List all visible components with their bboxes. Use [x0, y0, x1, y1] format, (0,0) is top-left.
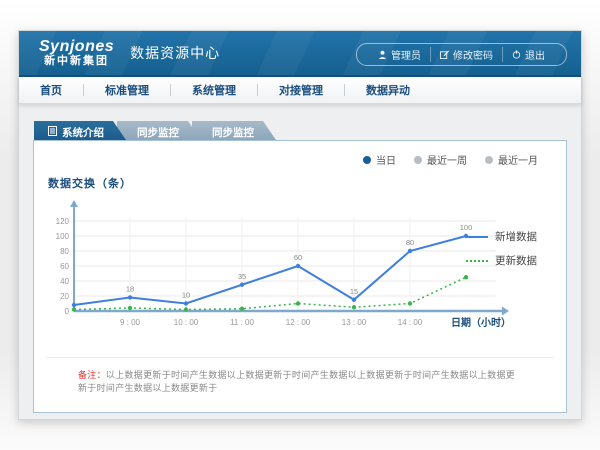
filter-label: 最近一月 [498, 152, 538, 167]
radio-icon [414, 156, 422, 164]
tab-sync-monitor-2[interactable]: 同步监控 [192, 121, 276, 140]
footnote-text: 以上数据更新于时间产生数据以上数据更新于时间产生数据以上数据更新于时间产生数据以… [78, 370, 515, 393]
radio-icon [485, 156, 493, 164]
svg-text:14 : 00: 14 : 00 [398, 318, 423, 327]
solid-line-swatch [466, 236, 488, 238]
app-window: Synjones 新中新集团 数据资源中心 管理员 修改密码 退出 [18, 30, 582, 420]
nav-item-data-changes[interactable]: 数据异动 [345, 82, 431, 98]
logo-en: Synjones [39, 39, 114, 56]
svg-text:120: 120 [56, 217, 70, 226]
svg-text:0: 0 [65, 307, 70, 316]
footnote: 备注：以上数据更新于时间产生数据以上数据更新于时间产生数据以上数据更新于时间产生… [46, 357, 554, 394]
legend-item-updated-data: 更新数据 [466, 253, 552, 268]
svg-text:35: 35 [238, 272, 246, 281]
svg-text:日期（小时）: 日期（小时） [451, 316, 511, 329]
svg-text:13 : 00: 13 : 00 [342, 318, 367, 327]
change-password-label: 修改密码 [453, 47, 493, 62]
time-filter-group: 当日 最近一周 最近一月 [363, 152, 538, 167]
svg-text:9 : 00: 9 : 00 [120, 318, 141, 327]
company-logo: Synjones 新中新集团 [39, 39, 114, 67]
logo-cn: 新中新集团 [39, 56, 114, 68]
footnote-prefix: 备注： [78, 370, 106, 380]
app-header: Synjones 新中新集团 数据资源中心 管理员 修改密码 退出 [19, 31, 581, 77]
content-area: 系统介绍 同步监控 同步监控 当日 最近一周 [19, 104, 581, 413]
tab-panel: 当日 最近一周 最近一月 数据交换（条） 0 20 40 60 80 100 120 9 : … [33, 140, 567, 413]
filter-last-month[interactable]: 最近一月 [485, 152, 538, 167]
svg-text:12 : 00: 12 : 00 [286, 318, 311, 327]
filter-label: 当日 [376, 152, 396, 167]
user-icon [378, 50, 387, 59]
tab-label: 同步监控 [212, 125, 254, 140]
logout-label: 退出 [525, 47, 545, 62]
nav-item-standards[interactable]: 标准管理 [84, 82, 170, 98]
filter-today[interactable]: 当日 [363, 152, 396, 167]
svg-text:15: 15 [350, 287, 358, 296]
svg-text:11 : 00: 11 : 00 [230, 318, 254, 327]
tab-bar: 系统介绍 同步监控 同步监控 [34, 121, 567, 140]
page-title: 数据资源中心 [130, 43, 220, 63]
svg-text:10: 10 [182, 291, 190, 300]
user-toolbar: 管理员 修改密码 退出 [356, 43, 567, 66]
tab-sync-monitor-1[interactable]: 同步监控 [117, 121, 201, 140]
chart-legend: 新增数据 更新数据 [466, 229, 552, 277]
svg-text:20: 20 [60, 292, 69, 301]
svg-text:100: 100 [56, 232, 70, 241]
svg-text:80: 80 [60, 247, 69, 256]
nav-item-system[interactable]: 系统管理 [171, 82, 257, 98]
change-password-button[interactable]: 修改密码 [430, 47, 502, 62]
svg-text:80: 80 [406, 238, 414, 247]
logout-button[interactable]: 退出 [502, 47, 554, 62]
current-user[interactable]: 管理员 [369, 47, 430, 62]
current-user-label: 管理员 [391, 47, 421, 62]
main-nav: 首页 标准管理 系统管理 对接管理 数据异动 [19, 77, 581, 104]
legend-label: 更新数据 [495, 253, 537, 268]
nav-item-integration[interactable]: 对接管理 [258, 82, 344, 98]
edit-icon [440, 50, 449, 59]
svg-text:60: 60 [294, 253, 302, 262]
nav-item-home[interactable]: 首页 [19, 82, 83, 98]
legend-item-new-data: 新增数据 [466, 229, 552, 244]
dotted-line-swatch [466, 260, 488, 262]
chart-y-axis-title: 数据交换（条） [48, 175, 566, 191]
power-icon [512, 50, 521, 59]
tab-label: 系统介绍 [62, 125, 104, 140]
document-icon [48, 126, 57, 139]
line-chart: 0 20 40 60 80 100 120 9 : 00 10 : 00 11 : 00 12 : … [56, 197, 516, 347]
svg-text:40: 40 [60, 277, 69, 286]
filter-last-week[interactable]: 最近一周 [414, 152, 467, 167]
tab-system-intro[interactable]: 系统介绍 [34, 121, 126, 140]
svg-text:10 : 00: 10 : 00 [174, 318, 199, 327]
radio-selected-icon [363, 156, 371, 164]
legend-label: 新增数据 [495, 229, 537, 244]
svg-text:18: 18 [126, 285, 134, 294]
tab-label: 同步监控 [137, 125, 179, 140]
svg-text:60: 60 [60, 262, 69, 271]
filter-label: 最近一周 [427, 152, 467, 167]
